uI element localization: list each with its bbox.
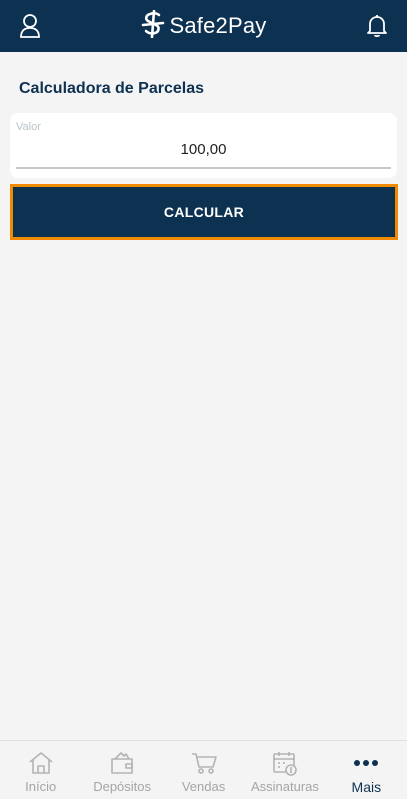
logo-mark-icon xyxy=(140,9,166,43)
home-icon xyxy=(27,749,55,777)
nav-item-inicio[interactable]: Início xyxy=(0,741,81,799)
calendar-icon xyxy=(271,749,299,777)
app-header: Safe2Pay xyxy=(0,0,407,52)
nav-label-mais: Mais xyxy=(351,779,382,795)
nav-label-depositos: Depósitos xyxy=(93,779,152,794)
brand-name: Safe2Pay xyxy=(169,13,267,38)
page-title: Calculadora de Parcelas xyxy=(19,80,204,97)
nav-item-assinaturas[interactable]: Assinaturas xyxy=(244,741,325,799)
calculate-button[interactable]: CALCULAR xyxy=(10,184,398,240)
brand-logo: Safe2Pay xyxy=(140,9,267,43)
cart-icon xyxy=(190,749,218,777)
value-input[interactable]: 100,00 xyxy=(10,141,397,158)
value-input-underline xyxy=(16,167,391,169)
user-icon[interactable] xyxy=(13,10,47,42)
nav-label-vendas: Vendas xyxy=(181,779,226,794)
wallet-icon xyxy=(108,749,136,777)
nav-item-depositos[interactable]: Depósitos xyxy=(81,741,162,799)
value-field-label: Valor xyxy=(16,121,41,133)
nav-item-vendas[interactable]: Vendas xyxy=(163,741,244,799)
value-card: Valor 100,00 xyxy=(10,113,397,178)
nav-item-mais[interactable]: Mais xyxy=(326,741,407,799)
calculate-button-label: CALCULAR xyxy=(13,187,395,237)
bottom-navigation: Início Depósitos Vendas Assinaturas Mais xyxy=(0,740,407,799)
nav-label-assinaturas: Assinaturas xyxy=(250,779,319,794)
nav-label-inicio: Início xyxy=(25,779,57,794)
more-icon xyxy=(352,749,380,777)
bell-icon[interactable] xyxy=(360,10,394,42)
